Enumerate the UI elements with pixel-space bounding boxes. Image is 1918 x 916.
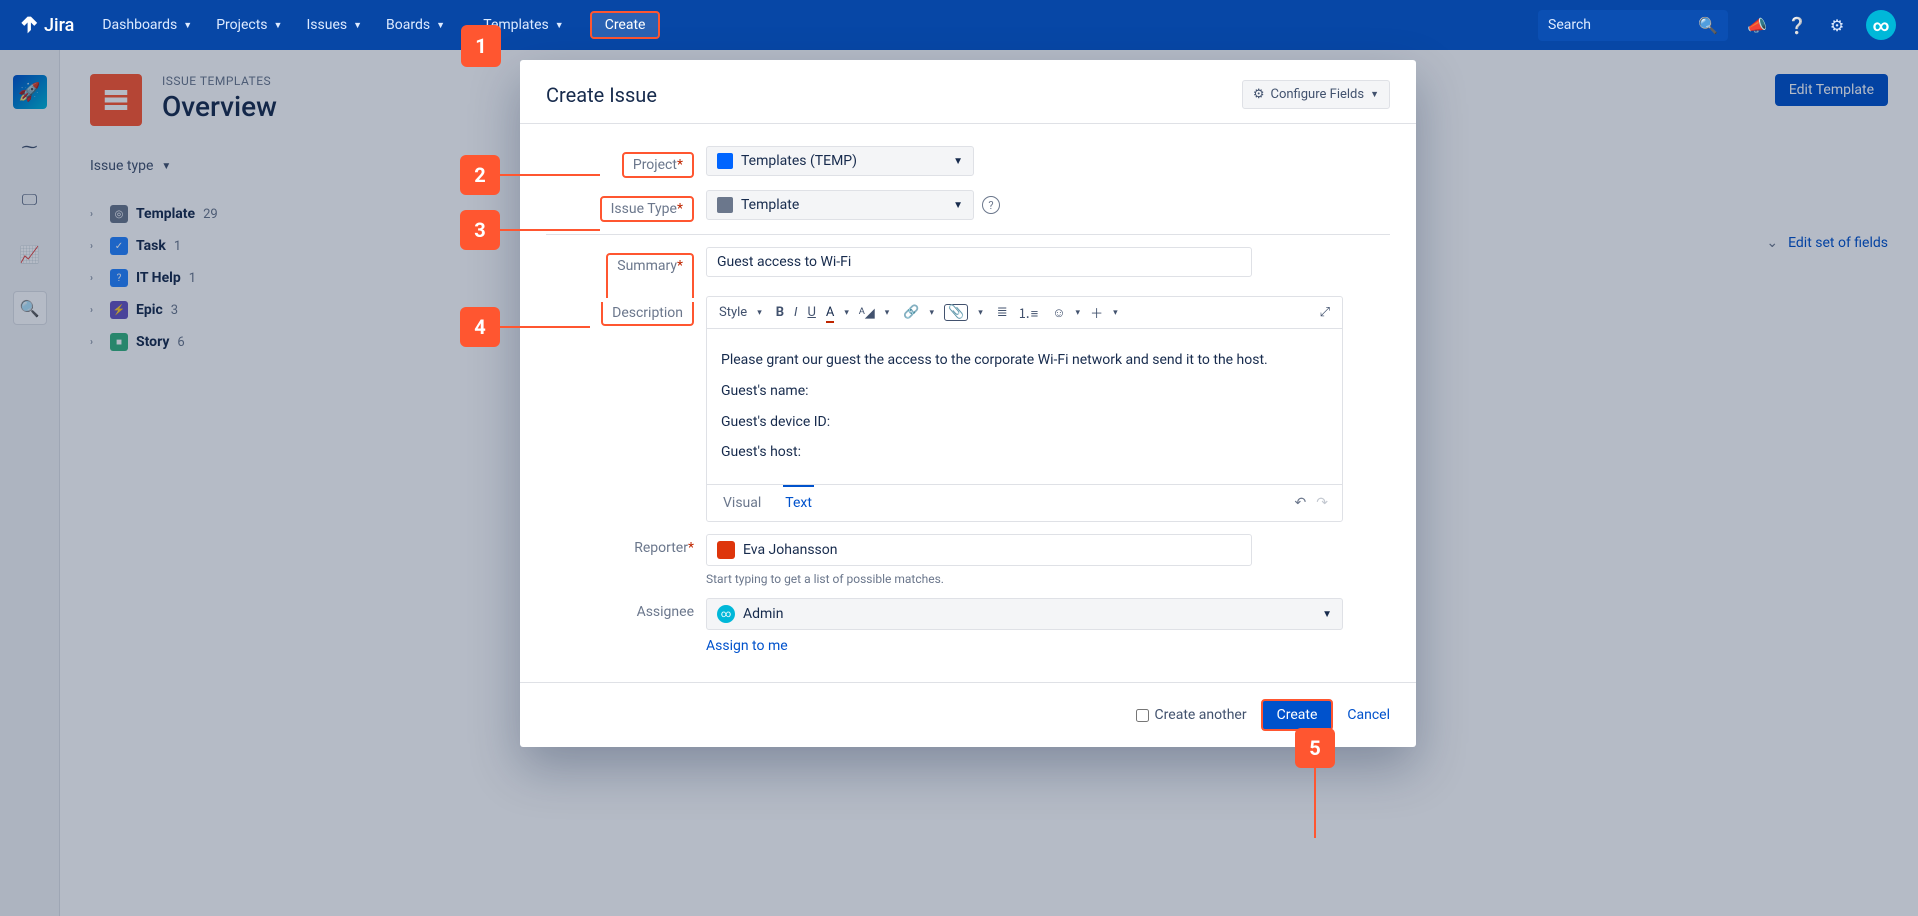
jira-logo-text: Jira [44, 15, 74, 36]
nav-issues[interactable]: Issues▼ [296, 9, 372, 41]
desc-line: Please grant our guest the access to the… [721, 345, 1328, 376]
nav-projects[interactable]: Projects▼ [206, 9, 292, 41]
reporter-label: Reporter [634, 540, 688, 556]
project-label: Project [633, 157, 677, 173]
top-navigation: Jira Dashboards▼ Projects▼ Issues▼ Board… [0, 0, 1918, 50]
editor-tabs: Visual Text ↶ ↷ [707, 484, 1342, 521]
chevron-down-icon: ▼ [555, 20, 564, 31]
bold-button[interactable]: B [776, 305, 784, 320]
style-dropdown[interactable]: Style▾ [719, 305, 762, 320]
expand-icon[interactable]: ⤢ [1320, 305, 1330, 320]
callout-connector [500, 174, 600, 176]
user-avatar-icon [717, 541, 735, 559]
chevron-down-icon: ▼ [1370, 89, 1379, 100]
callout-marker-2: 2 [460, 155, 500, 195]
project-select[interactable]: Templates (TEMP) ▼ [706, 146, 974, 176]
link-button[interactable]: 🔗 [903, 305, 919, 320]
chevron-down-icon: ▼ [1322, 609, 1332, 620]
jira-logo[interactable]: Jira [0, 15, 92, 36]
text-color-button[interactable]: A [826, 305, 834, 320]
user-avatar[interactable]: ∞ [1866, 10, 1896, 40]
top-nav-items: Dashboards▼ Projects▼ Issues▼ Boards▼ ..… [92, 9, 660, 41]
callout-marker-3: 3 [460, 210, 500, 250]
reporter-hint: Start typing to get a list of possible m… [706, 572, 1390, 586]
description-editor: Style▾ B I U A▾ ᴬ◢▾ 🔗▾ 📎▾ [706, 296, 1343, 522]
admin-avatar-icon: ∞ [717, 605, 735, 623]
issue-type-select[interactable]: Template ▼ [706, 190, 974, 220]
topbar-right: 🔍 📣 ❔ ⚙ ∞ [1538, 10, 1918, 41]
editor-body[interactable]: Please grant our guest the access to the… [707, 329, 1342, 484]
help-icon[interactable]: ❔ [1786, 14, 1808, 36]
emoji-button[interactable]: ☺ [1052, 305, 1065, 321]
divider [546, 234, 1390, 235]
bullet-list-button[interactable]: ≣ [997, 305, 1008, 320]
create-another-checkbox[interactable]: Create another [1136, 707, 1247, 723]
modal-footer: Create another Create Cancel [520, 682, 1416, 747]
chevron-down-icon: ▼ [274, 20, 283, 31]
nav-dashboards[interactable]: Dashboards▼ [92, 9, 202, 41]
callout-marker-4: 4 [460, 307, 500, 347]
modal-title: Create Issue [546, 83, 657, 107]
nav-boards[interactable]: Boards▼ [376, 9, 455, 41]
create-issue-modal: Create Issue ⚙ Configure Fields ▼ Projec… [520, 60, 1416, 747]
more-button[interactable]: ＋ [1090, 303, 1103, 322]
search-icon: 🔍 [1698, 16, 1718, 35]
chevron-down-icon: ▼ [953, 156, 963, 167]
callout-connector [500, 229, 600, 231]
project-mini-icon [717, 153, 733, 169]
create-button[interactable]: Create [1261, 699, 1334, 731]
desc-line: Guest's device ID: [721, 407, 1328, 438]
search-input[interactable] [1548, 17, 1688, 33]
search-box[interactable]: 🔍 [1538, 10, 1728, 41]
configure-fields-button[interactable]: ⚙ Configure Fields ▼ [1242, 80, 1390, 109]
help-icon[interactable]: ? [982, 196, 1000, 214]
italic-button[interactable]: I [794, 305, 797, 320]
description-label: Description [612, 305, 683, 321]
tab-visual[interactable]: Visual [721, 491, 763, 515]
undo-icon[interactable]: ↶ [1295, 495, 1307, 511]
summary-label: Summary [617, 258, 677, 274]
cancel-button[interactable]: Cancel [1347, 707, 1390, 723]
chevron-down-icon: ▼ [953, 200, 963, 211]
assignee-select[interactable]: ∞ Admin ▼ [706, 598, 1343, 630]
summary-input[interactable] [706, 247, 1252, 277]
underline-button[interactable]: U [807, 305, 815, 320]
highlight-button[interactable]: ᴬ◢ [859, 305, 875, 321]
create-button-top[interactable]: Create [590, 11, 661, 39]
assign-to-me-link[interactable]: Assign to me [706, 638, 788, 654]
create-another-input[interactable] [1136, 709, 1149, 722]
chevron-down-icon: ▼ [183, 20, 192, 31]
notifications-icon[interactable]: 📣 [1746, 14, 1768, 36]
desc-line: Guest's host: [721, 437, 1328, 468]
tab-text[interactable]: Text [783, 485, 814, 515]
chevron-down-icon: ▼ [436, 20, 445, 31]
modal-header: Create Issue ⚙ Configure Fields ▼ [520, 60, 1416, 123]
callout-connector [1314, 768, 1316, 838]
attachment-button[interactable]: 📎 [944, 304, 968, 321]
reporter-input[interactable]: Eva Johansson [706, 534, 1252, 566]
assignee-label: Assignee [637, 604, 694, 620]
issue-type-mini-icon [717, 197, 733, 213]
desc-line: Guest's name: [721, 376, 1328, 407]
editor-toolbar: Style▾ B I U A▾ ᴬ◢▾ 🔗▾ 📎▾ [707, 297, 1342, 329]
callout-connector [500, 326, 590, 328]
numbered-list-button[interactable]: ⒈≡ [1018, 303, 1039, 322]
modal-body: Project* Templates (TEMP) ▼ Issue Type* … [520, 123, 1416, 682]
callout-marker-5: 5 [1295, 728, 1335, 768]
jira-icon [18, 15, 38, 35]
gear-icon: ⚙ [1253, 87, 1265, 102]
callout-marker-1: 1 [461, 25, 501, 67]
chevron-down-icon: ▼ [353, 20, 362, 31]
issue-type-label: Issue Type [611, 201, 677, 217]
redo-icon[interactable]: ↷ [1316, 495, 1328, 511]
settings-gear-icon[interactable]: ⚙ [1826, 14, 1848, 36]
